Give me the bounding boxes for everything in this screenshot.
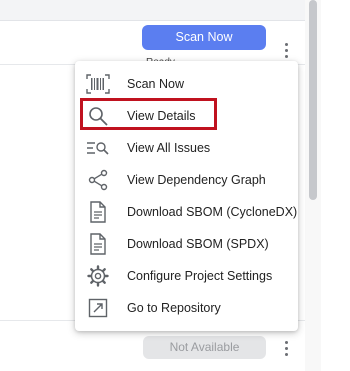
- menu-item-label: Scan Now: [127, 77, 184, 91]
- menu-item-view-all-issues[interactable]: View All Issues: [75, 132, 298, 164]
- share-graph-icon: [85, 168, 111, 192]
- menu-item-view-details[interactable]: View Details: [75, 100, 298, 132]
- gear-icon: [85, 264, 111, 288]
- menu-item-configure-project-settings[interactable]: Configure Project Settings: [75, 260, 298, 292]
- menu-item-label: Go to Repository: [127, 301, 221, 315]
- menu-item-download-sbom-spdx[interactable]: Download SBOM (SPDX): [75, 228, 298, 260]
- menu-item-scan-now[interactable]: Scan Now: [75, 68, 298, 100]
- menu-item-label: Download SBOM (SPDX): [127, 237, 269, 251]
- barcode-scan-icon: [85, 72, 111, 96]
- menu-item-label: View Dependency Graph: [127, 173, 266, 187]
- external-link-icon: [85, 296, 111, 320]
- menu-item-label: View Details: [127, 109, 196, 123]
- menu-item-label: Configure Project Settings: [127, 269, 273, 283]
- table-header-band: [0, 0, 305, 21]
- magnify-icon: [85, 104, 111, 128]
- menu-item-label: View All Issues: [127, 141, 211, 155]
- document-icon: [85, 200, 111, 224]
- scrollbar-thumb[interactable]: [309, 0, 317, 200]
- document-icon: [85, 232, 111, 256]
- menu-item-view-dependency-graph[interactable]: View Dependency Graph: [75, 164, 298, 196]
- row-actions-kebab-icon[interactable]: [280, 40, 292, 60]
- scan-now-button[interactable]: Scan Now: [142, 25, 266, 50]
- menu-item-label: Download SBOM (CycloneDX): [127, 205, 298, 219]
- menu-item-go-to-repository[interactable]: Go to Repository: [75, 292, 298, 324]
- list-search-icon: [85, 136, 111, 160]
- menu-item-download-sbom-cyclonedx[interactable]: Download SBOM (CycloneDX): [75, 196, 298, 228]
- viewport: Scan Now Ready Not Available Scan Now Vi…: [0, 0, 350, 371]
- row-actions-kebab-icon[interactable]: [280, 338, 292, 358]
- right-gutter: [321, 0, 350, 371]
- not-available-button: Not Available: [143, 336, 266, 359]
- row-context-menu: Scan Now View Details View All Issues Vi…: [75, 61, 298, 331]
